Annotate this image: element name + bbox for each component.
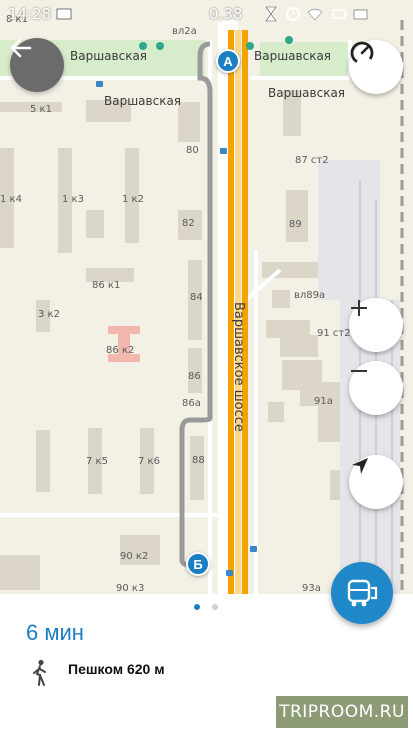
building-label: 90 к3 (116, 583, 145, 594)
route-end-label: Б (193, 556, 203, 572)
mail-icon (56, 8, 72, 20)
building-label: 86 к2 (106, 345, 135, 356)
route-start-marker[interactable]: А (216, 49, 240, 73)
building-label: 80 (186, 145, 199, 156)
status-bar: 14:28 0,38 (0, 0, 413, 28)
public-transport-button[interactable] (331, 562, 393, 624)
page-dot (212, 604, 218, 610)
zoom-in-button[interactable] (349, 298, 403, 352)
highway-label: Варшавское шоссе (231, 302, 246, 432)
alarm-icon (286, 7, 300, 21)
street-label: Варшавская (104, 94, 182, 108)
zoom-out-button[interactable] (349, 361, 403, 415)
route-start-label: А (223, 53, 233, 69)
building-label: 90 к2 (120, 551, 149, 562)
building-label: 1 к4 (0, 194, 22, 205)
signal-icon (353, 9, 368, 20)
back-button[interactable] (10, 38, 64, 92)
pedestrian-icon (33, 659, 46, 686)
building-label: 7 к6 (138, 456, 160, 467)
bus-icon (347, 579, 378, 607)
building-label: 84 (190, 292, 203, 303)
street-label: Варшавская (254, 49, 332, 63)
street-label: Варшавская (70, 49, 148, 63)
page-dot-active (194, 604, 200, 610)
map-view[interactable]: Варшавская Варшавская Варшавская Варшавс… (0, 0, 413, 594)
my-location-button[interactable] (349, 455, 403, 509)
building-label: 91 ст2 (317, 328, 351, 339)
building-label: 93а (302, 583, 321, 594)
arrow-left-icon (10, 38, 32, 58)
building-label: 91а (314, 396, 333, 407)
map-canvas (0, 20, 404, 594)
traffic-button[interactable] (349, 40, 403, 94)
status-battery-level: 0,38 (209, 5, 243, 23)
walk-distance-label: Пешком 620 м (68, 661, 165, 677)
speedometer-icon (350, 41, 374, 65)
building-label: 1 к2 (122, 194, 144, 205)
building-label: 88 (192, 455, 205, 466)
building-label: 5 к1 (30, 104, 52, 115)
building-label: 89 (289, 219, 302, 230)
status-time: 14:28 (8, 5, 52, 23)
building-label: 86 (188, 371, 201, 382)
building-label: вл89а (294, 290, 326, 301)
minus-icon (351, 370, 367, 372)
navigation-arrow-icon (352, 458, 368, 474)
route-end-marker[interactable]: Б (186, 552, 210, 576)
wifi-icon (307, 8, 323, 21)
building-label: 1 к3 (62, 194, 84, 205)
street-label: Варшавская (268, 86, 346, 100)
building-label: 7 к5 (86, 456, 108, 467)
building-label: 82 (182, 218, 195, 229)
watermark-label: TRIPROOM.RU (276, 696, 408, 728)
hourglass-icon (265, 6, 277, 22)
page-indicator (194, 604, 224, 612)
plus-icon (351, 300, 367, 316)
building-label: 86 к1 (92, 280, 121, 291)
building-label: 3 к2 (38, 309, 60, 320)
battery-icon (332, 9, 347, 19)
building-label: 86а (182, 398, 201, 409)
building-label: 87 ст2 (295, 155, 329, 166)
route-duration: 6 мин (26, 620, 84, 645)
walk-mode-icon-wrap (30, 658, 50, 688)
